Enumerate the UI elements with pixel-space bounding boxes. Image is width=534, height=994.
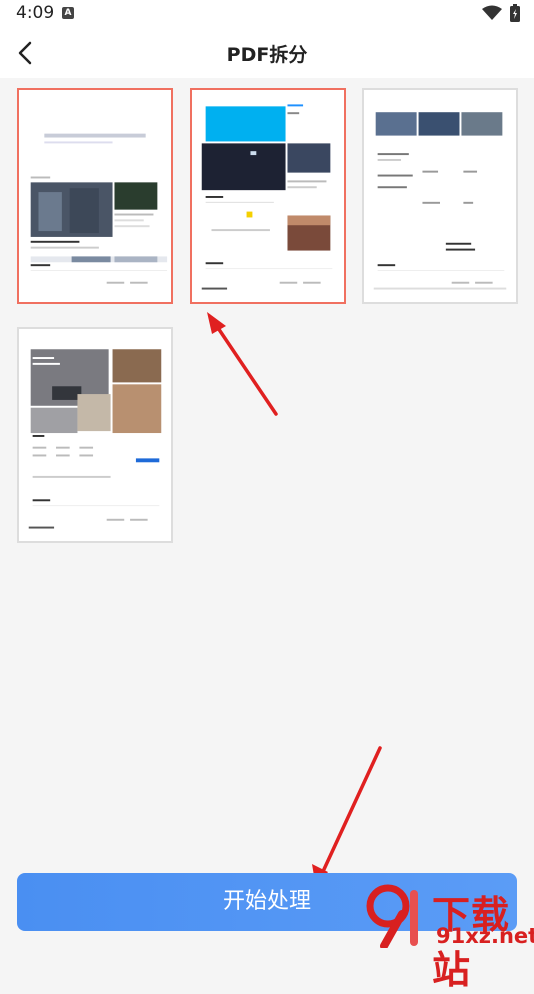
page-preview-4: [28, 349, 162, 529]
page-title: PDF拆分: [226, 44, 308, 66]
page-thumbnail-4[interactable]: [17, 327, 173, 543]
watermark-logo-icon: [366, 884, 418, 948]
status-time: 4:09: [16, 3, 55, 23]
notification-a-icon: A: [62, 7, 74, 19]
status-bar: 4:09 A: [0, 0, 534, 28]
page-preview-1: [30, 133, 168, 284]
status-icons: [482, 4, 520, 22]
watermark-url: 91xz.net: [436, 924, 534, 948]
arrow-to-page-2: [212, 320, 278, 416]
page-preview-3: [373, 112, 507, 290]
arrow-to-start: [318, 746, 382, 880]
battery-icon: [510, 4, 520, 22]
arrow-head-page-2: [207, 312, 226, 334]
page-thumbnail-3[interactable]: [362, 88, 518, 304]
page-thumbnail-2[interactable]: [190, 88, 346, 304]
page-thumbnail-1[interactable]: [17, 88, 173, 304]
app-header: PDF拆分: [0, 28, 534, 78]
page-preview-2: [201, 104, 333, 290]
wifi-icon: [482, 5, 502, 20]
